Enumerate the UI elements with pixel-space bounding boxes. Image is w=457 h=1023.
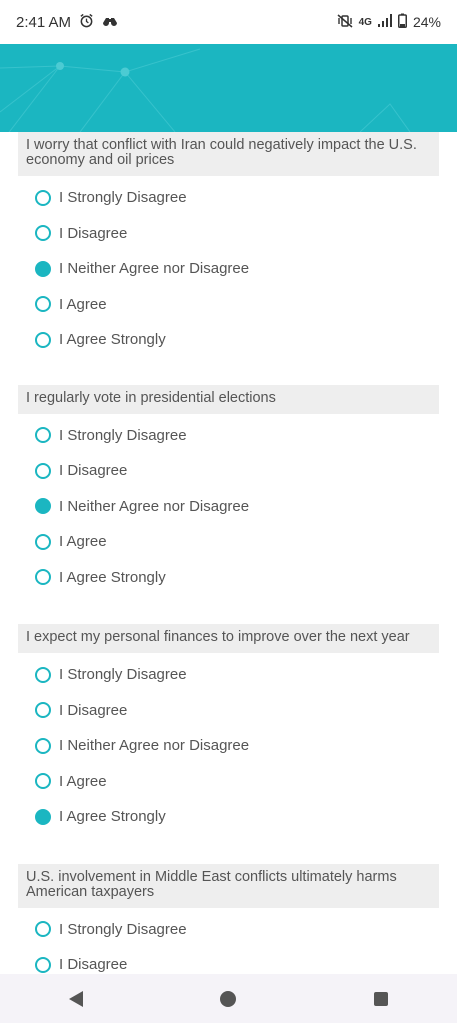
option-strongly-disagree[interactable]: I Strongly Disagree [35, 912, 439, 948]
radio-button[interactable] [35, 569, 51, 586]
option-neither[interactable]: I Neither Agree nor Disagree [35, 728, 439, 764]
option-disagree[interactable]: I Disagree [35, 693, 439, 729]
option-label: I Agree Strongly [59, 808, 166, 826]
radio-button-selected[interactable] [35, 260, 51, 277]
signal-icon [377, 14, 392, 30]
option-label: I Strongly Disagree [59, 920, 187, 938]
radio-button-selected[interactable] [35, 808, 51, 825]
status-time: 2:41 AM [16, 13, 72, 31]
option-label: I Strongly Disagree [59, 189, 187, 207]
back-button[interactable] [46, 979, 106, 1019]
option-label: I Agree [59, 533, 107, 551]
survey-content[interactable]: I worry that conflict with Iran could ne… [0, 132, 457, 974]
option-disagree[interactable]: I Disagree [35, 947, 439, 974]
option-strongly-disagree[interactable]: I Strongly Disagree [35, 418, 439, 454]
system-nav-bar [0, 974, 457, 1023]
home-circle-icon [220, 990, 237, 1007]
option-label: I Disagree [59, 956, 128, 974]
radio-button[interactable] [35, 225, 51, 242]
option-label: I Strongly Disagree [59, 426, 187, 444]
option-agree-strongly[interactable]: I Agree Strongly [35, 799, 439, 835]
option-label: I Neither Agree nor Disagree [59, 260, 250, 278]
recents-button[interactable] [351, 979, 411, 1019]
mute-vibrate-icon [337, 13, 353, 31]
radio-button[interactable] [35, 773, 51, 790]
option-list: I Strongly Disagree I Disagree I Neither… [18, 653, 439, 835]
radio-button[interactable] [35, 702, 51, 719]
option-label: I Neither Agree nor Disagree [59, 497, 250, 515]
radio-button[interactable] [35, 296, 51, 313]
option-disagree[interactable]: I Disagree [35, 453, 439, 489]
option-neither[interactable]: I Neither Agree nor Disagree [35, 251, 439, 287]
option-agree[interactable]: I Agree [35, 764, 439, 800]
radio-button[interactable] [35, 331, 51, 348]
radio-button[interactable] [35, 956, 51, 973]
radio-button[interactable] [35, 533, 51, 550]
option-label: I Agree Strongly [59, 568, 166, 586]
radio-button[interactable] [35, 462, 51, 479]
option-label: I Agree [59, 772, 107, 790]
option-label: I Agree [59, 295, 107, 313]
binoculars-icon [102, 14, 118, 31]
network-type-label: 4G [358, 16, 372, 28]
battery-icon [397, 13, 407, 31]
radio-button[interactable] [35, 189, 51, 206]
option-list: I Strongly Disagree I Disagree I Neither… [18, 176, 439, 358]
option-label: I Agree Strongly [59, 331, 166, 349]
question-1: I worry that conflict with Iran could ne… [18, 132, 439, 358]
radio-button[interactable] [35, 666, 51, 683]
option-label: I Disagree [59, 701, 128, 719]
radio-button[interactable] [35, 427, 51, 444]
option-neither[interactable]: I Neither Agree nor Disagree [35, 489, 439, 525]
option-disagree[interactable]: I Disagree [35, 216, 439, 252]
option-label: I Strongly Disagree [59, 666, 187, 684]
alarm-clock-icon [79, 13, 94, 32]
option-label: I Neither Agree nor Disagree [59, 737, 250, 755]
option-list: I Strongly Disagree I Disagree [18, 908, 439, 975]
radio-button[interactable] [35, 737, 51, 754]
option-agree-strongly[interactable]: I Agree Strongly [35, 560, 439, 596]
question-text: I worry that conflict with Iran could ne… [18, 132, 439, 176]
radio-button-selected[interactable] [35, 498, 51, 515]
question-4: U.S. involvement in Middle East conflict… [18, 863, 439, 975]
option-agree[interactable]: I Agree [35, 524, 439, 560]
option-agree-strongly[interactable]: I Agree Strongly [35, 322, 439, 358]
option-strongly-disagree[interactable]: I Strongly Disagree [35, 180, 439, 216]
radio-button[interactable] [35, 921, 51, 938]
question-text: U.S. involvement in Middle East conflict… [18, 863, 439, 908]
survey-header-banner [0, 44, 457, 132]
option-agree[interactable]: I Agree [35, 287, 439, 323]
option-strongly-disagree[interactable]: I Strongly Disagree [35, 657, 439, 693]
question-text: I expect my personal finances to improve… [18, 624, 439, 653]
option-label: I Disagree [59, 224, 128, 242]
recents-square-icon [373, 991, 388, 1006]
battery-percent: 24% [412, 14, 441, 30]
status-bar: 2:41 AM 4G 24% [0, 0, 457, 44]
back-triangle-icon [69, 990, 84, 1007]
network-pattern-graphic [0, 48, 411, 132]
home-button[interactable] [198, 979, 258, 1019]
option-label: I Disagree [59, 462, 128, 480]
option-list: I Strongly Disagree I Disagree I Neither… [18, 414, 439, 596]
question-3: I expect my personal finances to improve… [18, 624, 439, 835]
question-2: I regularly vote in presidential electio… [18, 384, 439, 596]
question-text: I regularly vote in presidential electio… [18, 384, 439, 414]
